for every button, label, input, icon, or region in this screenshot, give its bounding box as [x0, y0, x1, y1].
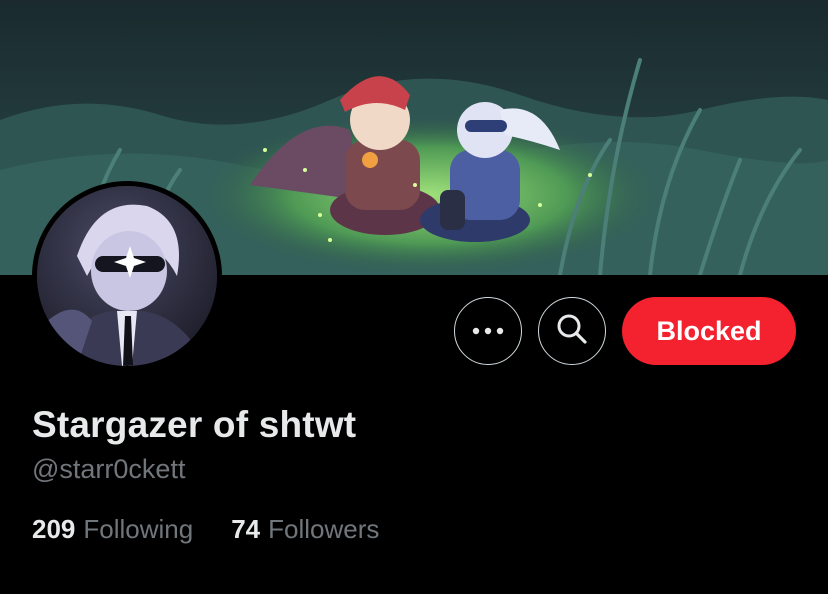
followers-label: Followers [268, 514, 380, 544]
follow-stats: 209 Following 74 Followers [32, 514, 379, 545]
following-link[interactable]: 209 Following [32, 514, 193, 545]
display-name: Stargazer of shtwt [32, 404, 357, 445]
followers-link[interactable]: 74 Followers [231, 514, 379, 545]
following-count: 209 [32, 514, 76, 544]
user-handle: @starr0ckett [32, 454, 186, 484]
blocked-button[interactable]: Blocked [622, 297, 796, 365]
search-button[interactable] [538, 297, 606, 365]
following-label: Following [83, 514, 194, 544]
search-icon [556, 313, 588, 350]
profile-actions: Blocked [454, 297, 796, 365]
avatar[interactable] [37, 186, 217, 366]
more-button[interactable] [454, 297, 522, 365]
avatar-container [32, 181, 222, 371]
more-dots-icon [472, 322, 504, 340]
followers-count: 74 [231, 514, 261, 544]
